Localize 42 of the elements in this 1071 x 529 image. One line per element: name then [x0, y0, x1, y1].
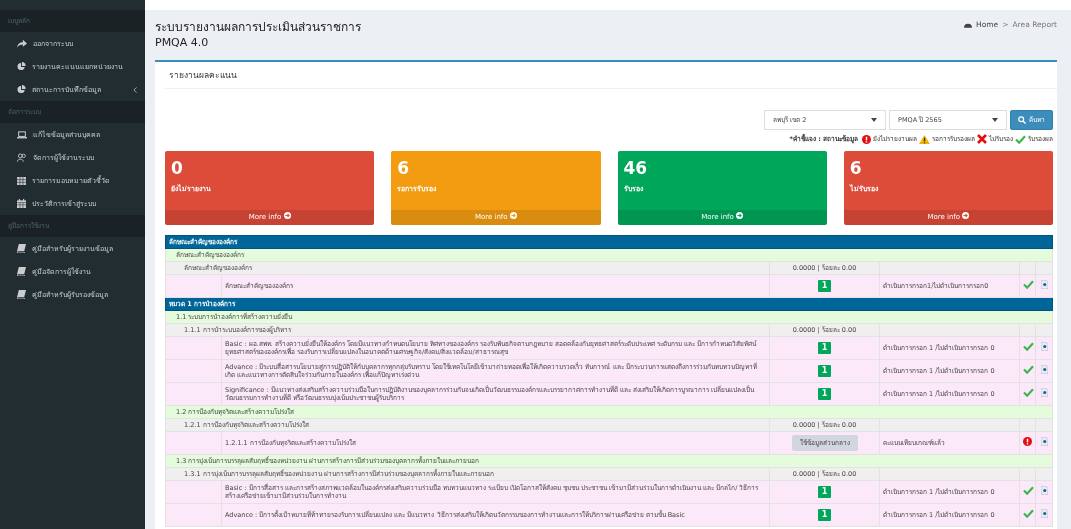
document-icon[interactable] [1040, 509, 1048, 519]
pie-chart-icon [17, 62, 26, 71]
panel-title: รายงานผลคะแนน [165, 62, 1057, 89]
book-icon [17, 290, 26, 299]
document-icon[interactable] [1040, 365, 1048, 375]
document-icon[interactable] [1040, 437, 1048, 447]
book-icon [17, 267, 26, 276]
document-icon[interactable] [1040, 388, 1048, 398]
score-badge: 1 [817, 509, 832, 521]
page-subtitle: PMQA 4.0 [155, 36, 210, 49]
document-icon[interactable] [1040, 342, 1048, 352]
stat-value: 0 [170, 157, 184, 178]
book-icon [17, 244, 26, 253]
arrow-circle-icon [736, 212, 744, 219]
users-icon [17, 153, 27, 162]
warning-icon [919, 134, 930, 144]
score-badge: 1 [817, 365, 832, 377]
alert-icon [862, 134, 871, 144]
search-icon [1018, 116, 1026, 124]
document-icon[interactable] [1040, 486, 1048, 496]
dashboard-icon [964, 21, 973, 28]
page-title: ระบบรายงานผลการประเมินส่วนราชการ [155, 19, 361, 36]
calendar-icon [17, 199, 26, 208]
stat-value: 6 [396, 157, 411, 178]
laptop-icon [17, 130, 27, 139]
arrow-circle-icon [962, 212, 970, 219]
score-badge: 1 [817, 388, 832, 400]
check-icon [1015, 134, 1026, 144]
score-badge: 1 [817, 486, 832, 498]
score-badge: 1 [817, 280, 832, 292]
stat-value: 6 [848, 157, 863, 178]
cross-icon [977, 134, 987, 144]
score-badge: 1 [817, 342, 832, 354]
table-icon [17, 176, 26, 185]
arrow-circle-icon [509, 212, 517, 219]
share-icon [17, 39, 27, 48]
dropdown-caret-icon [871, 118, 877, 122]
pie-chart-icon [17, 85, 26, 94]
dropdown-caret-icon [992, 118, 998, 122]
arrow-circle-icon [283, 212, 291, 219]
document-icon[interactable] [1040, 280, 1048, 290]
stat-value: 46 [622, 157, 649, 178]
